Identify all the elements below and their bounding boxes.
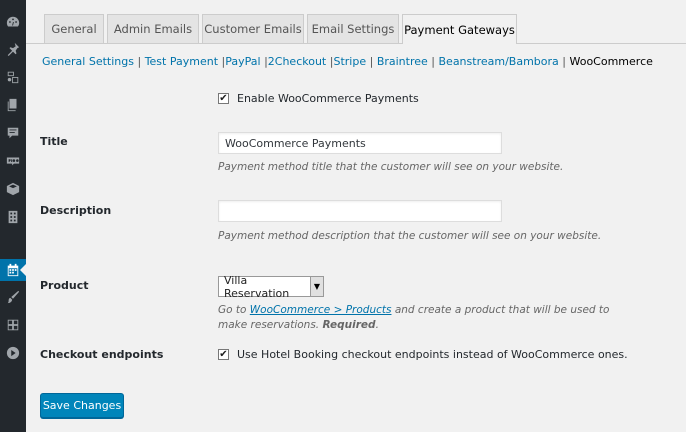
subnav-separator: |: [562, 55, 566, 68]
subnav-separator: |: [137, 55, 142, 68]
chevron-down-icon: ▼: [310, 277, 323, 296]
product-description: Go to WooCommerce > Products and create …: [218, 303, 609, 333]
tab-payment-gateways[interactable]: Payment Gateways: [402, 14, 517, 44]
admin-sidebar: [0, 0, 26, 432]
tab-customer-emails[interactable]: Customer Emails: [202, 14, 304, 43]
building-icon[interactable]: [0, 206, 26, 228]
title-input[interactable]: [218, 132, 502, 154]
title-description: Payment method title that the customer w…: [218, 161, 564, 173]
product-select[interactable]: Villa Reservation ▼: [218, 273, 324, 300]
checkmark-icon: ✔: [219, 92, 228, 104]
checkout-endpoints-checkbox-label: Use Hotel Booking checkout endpoints ins…: [237, 348, 628, 361]
brush-icon[interactable]: [0, 286, 26, 308]
subnav-woocommerce-current: WooCommerce: [569, 55, 653, 68]
product-desc-middle: and create a product that will be used t…: [394, 304, 610, 316]
description-label: Description: [40, 204, 112, 217]
checkmark-icon: ✔: [219, 348, 228, 360]
title-label: Title: [40, 135, 68, 148]
subnav-stripe[interactable]: Stripe: [333, 55, 366, 68]
product-desc-line2: make reservations.: [218, 319, 320, 331]
checkout-endpoints-label: Checkout endpoints: [40, 348, 164, 361]
comments-icon[interactable]: [0, 122, 26, 144]
product-label: Product: [40, 279, 89, 292]
subnav-separator: |: [431, 55, 435, 68]
subnav-braintree[interactable]: Braintree: [377, 55, 428, 68]
subnav-2checkout[interactable]: 2Checkout: [268, 55, 326, 68]
product-desc-end: .: [375, 319, 379, 331]
media-icon[interactable]: [0, 66, 26, 88]
pages-icon[interactable]: [0, 94, 26, 116]
tab-general[interactable]: General: [44, 14, 104, 43]
save-changes-button[interactable]: Save Changes: [40, 393, 124, 418]
subnav-test-payment[interactable]: Test Payment: [145, 55, 218, 68]
description-input[interactable]: [218, 200, 502, 222]
box-icon[interactable]: [0, 178, 26, 200]
tab-admin-emails[interactable]: Admin Emails: [107, 14, 199, 43]
enable-woocommerce-label: Enable WooCommerce Payments: [237, 92, 419, 105]
gateway-subnav: General Settings | Test Payment |PayPal …: [42, 55, 653, 68]
enable-woocommerce-checkbox[interactable]: ✔: [218, 93, 229, 104]
subnav-paypal[interactable]: PayPal: [225, 55, 260, 68]
required-text: Required: [322, 319, 376, 331]
woocommerce-products-link[interactable]: WooCommerce > Products: [250, 304, 392, 316]
product-desc-prefix: Go to: [218, 304, 247, 316]
tabs-divider: [26, 43, 686, 44]
subnav-separator: |: [369, 55, 374, 68]
pin-icon[interactable]: [0, 38, 26, 60]
play-icon[interactable]: [0, 342, 26, 364]
dashboard-icon[interactable]: [0, 11, 26, 33]
woo-icon[interactable]: [0, 150, 26, 172]
subnav-general-settings[interactable]: General Settings: [42, 55, 134, 68]
description-help: Payment method description that the cust…: [218, 230, 602, 242]
calendar-icon[interactable]: [0, 259, 26, 281]
checkout-endpoints-checkbox[interactable]: ✔: [218, 349, 229, 360]
widget-icon[interactable]: [0, 314, 26, 336]
product-select-value: Villa Reservation: [224, 273, 290, 300]
tab-email-settings[interactable]: Email Settings: [307, 14, 399, 43]
subnav-beanstream[interactable]: Beanstream/Bambora: [439, 55, 559, 68]
